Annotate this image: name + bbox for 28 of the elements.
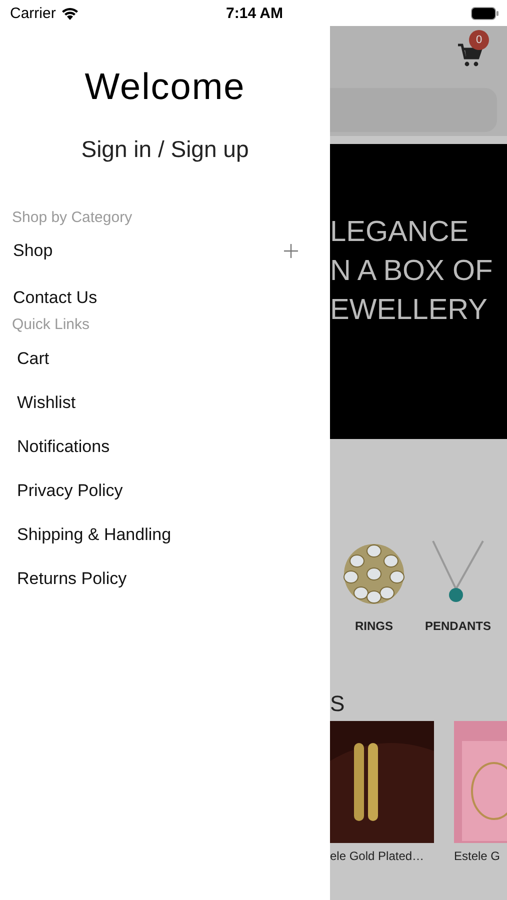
menu-item[interactable]: Notifications <box>17 437 110 457</box>
product-name[interactable]: ele Gold Plated… <box>330 849 434 863</box>
section-heading: Quick Links <box>11 316 91 333</box>
wifi-icon <box>60 6 79 20</box>
banner-text: LEGANCE <box>330 215 470 250</box>
cart-count-badge: 0 <box>469 30 489 50</box>
menu-item[interactable]: Returns Policy <box>17 569 127 589</box>
cart-icon[interactable] <box>457 42 483 68</box>
welcome-title: Welcome <box>84 66 246 108</box>
sign-in-link[interactable]: Sign in / Sign up <box>81 136 249 163</box>
menu-item[interactable]: Wishlist <box>17 393 76 413</box>
banner-text: EWELLERY <box>330 293 488 328</box>
category-label[interactable]: RINGS <box>354 619 393 633</box>
menu-item[interactable]: Contact Us <box>13 288 98 308</box>
menu-item[interactable]: Privacy Policy <box>17 481 123 501</box>
category-label[interactable]: PENDANTS <box>424 619 491 633</box>
carrier-name: Carrier <box>10 4 56 22</box>
search-field[interactable] <box>330 88 497 132</box>
battery-icon <box>471 6 499 20</box>
menu-item[interactable]: Shop <box>13 241 53 261</box>
clock-time: 7:14 AM <box>226 4 283 22</box>
section-heading: Shop by Category <box>11 209 134 226</box>
plus-icon[interactable] <box>284 244 298 258</box>
product-name[interactable]: Estele G <box>454 849 507 863</box>
section-title: S <box>330 691 346 718</box>
menu-item[interactable]: Cart <box>17 349 50 369</box>
menu-item[interactable]: Shipping & Handling <box>17 525 172 545</box>
banner-text: N A BOX OF <box>330 254 494 289</box>
